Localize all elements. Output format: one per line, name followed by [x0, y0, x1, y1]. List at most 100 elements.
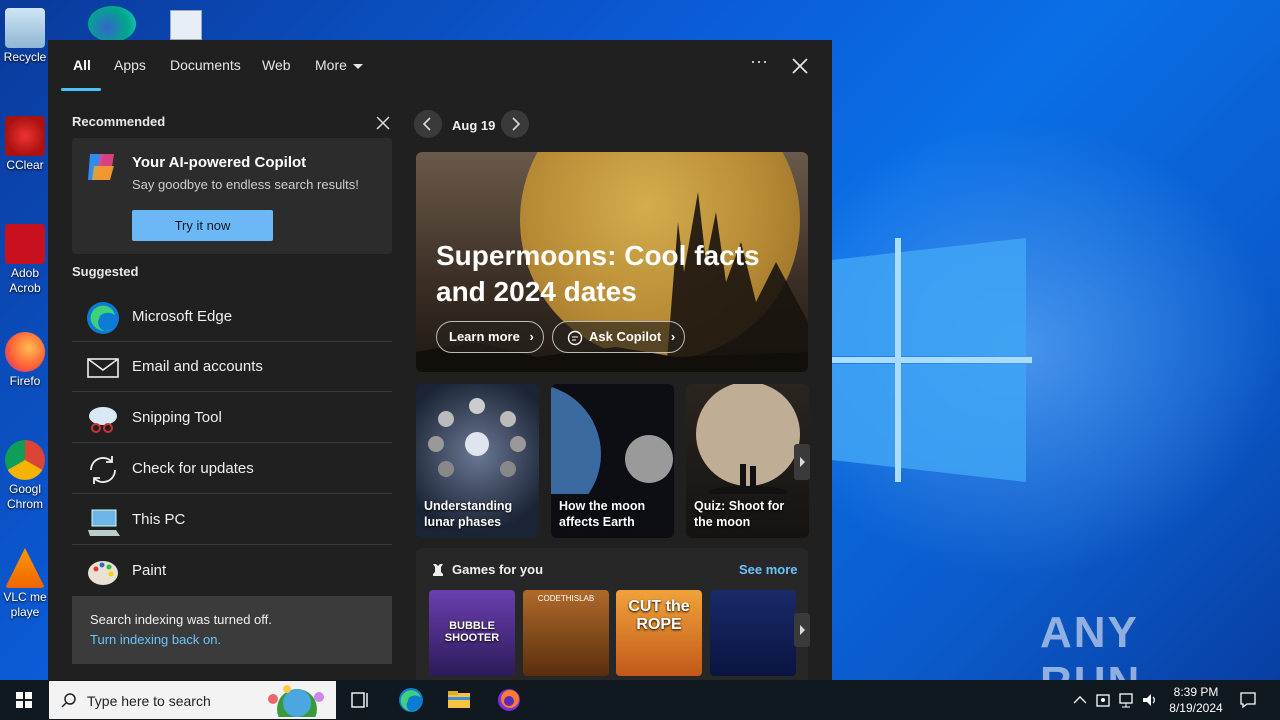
desktop-icon-label: Googl Chrom — [6, 482, 43, 511]
copilot-title: Your AI-powered Copilot — [132, 154, 307, 171]
suggested-item-check-updates[interactable]: Check for updates — [72, 444, 392, 494]
suggested-item-label: This PC — [132, 511, 186, 528]
turn-indexing-on-link[interactable]: Turn indexing back on. — [90, 632, 221, 647]
highlights-date: Aug 19 — [452, 118, 496, 133]
game-block-puzzle[interactable] — [710, 590, 796, 676]
tab-more-label: More — [315, 57, 347, 73]
try-it-now-button[interactable]: Try it now — [132, 210, 273, 241]
dismiss-recommended-icon[interactable] — [374, 114, 392, 132]
suggested-item-this-pc[interactable]: This PC — [72, 495, 392, 545]
copilot-promo-card: Your AI-powered Copilot Say goodbye to e… — [72, 138, 392, 254]
learn-more-button[interactable]: Learn more › — [436, 321, 544, 353]
search-placeholder: Type here to search — [87, 693, 211, 709]
suggested-item-label: Snipping Tool — [132, 409, 222, 426]
desktop-icon-acrobat[interactable]: Adob Acrob — [0, 224, 50, 296]
chevron-right-icon: › — [529, 329, 534, 344]
suggested-item-email-accounts[interactable]: Email and accounts — [72, 342, 392, 392]
suggested-item-label: Email and accounts — [132, 358, 263, 375]
copilot-icon — [88, 154, 114, 180]
card-label: Understanding lunar phases — [424, 499, 513, 529]
desktop-icon-firefox[interactable]: Firefo — [0, 332, 50, 389]
search-highlight-image — [268, 685, 324, 717]
desktop-icon-chrome[interactable]: Googl Chrom — [0, 440, 50, 512]
task-view-icon[interactable] — [344, 684, 376, 716]
next-day-button[interactable] — [501, 110, 529, 138]
card-moon-quiz[interactable]: Quiz: Shoot for the moon — [686, 384, 809, 538]
firefox-taskbar-icon[interactable] — [493, 684, 525, 716]
moon-phases-image — [428, 398, 526, 477]
firefox-icon — [5, 332, 45, 372]
taskbar: Type here to search 8:39 PM 8/19/2024 — [0, 680, 1280, 720]
start-button[interactable] — [0, 680, 48, 720]
edge-icon — [87, 302, 119, 334]
tab-documents[interactable]: Documents — [170, 57, 241, 73]
volume-icon[interactable] — [1140, 690, 1160, 710]
file-explorer-icon[interactable] — [443, 684, 475, 716]
snipping-tool-icon — [89, 407, 117, 433]
desktop-icon-document[interactable] — [170, 10, 202, 40]
chess-piece-icon — [433, 564, 443, 576]
indexing-message: Search indexing was turned off. — [90, 612, 272, 627]
tab-web[interactable]: Web — [262, 57, 291, 73]
desktop-icon-vlc[interactable]: VLC me playe — [0, 548, 50, 620]
see-more-games-link[interactable]: See more — [739, 562, 798, 577]
game-tile-text: CODETHISLAB — [537, 594, 595, 603]
active-tab-indicator — [61, 88, 101, 91]
chevron-left-icon — [422, 117, 431, 131]
game-bubble-shooter[interactable]: BUBBLE SHOOTER — [429, 590, 515, 676]
card-label: How the moon affects Earth — [559, 499, 646, 529]
suggested-item-microsoft-edge[interactable]: Microsoft Edge — [72, 292, 392, 342]
desktop-icon-label: Firefo — [9, 374, 41, 388]
notification-center-icon[interactable] — [1238, 690, 1258, 710]
game-cut-the-rope[interactable]: CUT the ROPE — [616, 590, 702, 676]
game-tile-text: BUBBLE SHOOTER — [444, 620, 500, 644]
taskbar-clock[interactable]: 8:39 PM 8/19/2024 — [1160, 684, 1232, 716]
taskbar-search-box[interactable]: Type here to search — [49, 681, 336, 719]
recycle-bin-icon — [5, 8, 45, 48]
tab-all[interactable]: All — [73, 57, 91, 73]
vlc-icon — [5, 548, 45, 588]
refresh-icon — [90, 456, 116, 484]
desktop-icon-recycle-bin[interactable]: Recycle — [0, 8, 50, 65]
meet-now-icon[interactable] — [1094, 690, 1114, 710]
more-options-icon[interactable]: ··· — [748, 52, 770, 76]
suggested-item-snipping-tool[interactable]: Snipping Tool — [72, 393, 392, 443]
ask-copilot-button[interactable]: Ask Copilot › — [552, 321, 685, 353]
ccleaner-icon — [5, 116, 45, 156]
suggested-item-label: Paint — [132, 562, 167, 579]
desktop-icon-label: CClear — [6, 158, 44, 172]
desktop-icon-label: Recycle — [3, 50, 47, 64]
ask-copilot-label: Ask Copilot — [589, 329, 662, 344]
anyrun-watermark: ANY RUN — [1040, 608, 1240, 707]
games-scroll-right-button[interactable] — [794, 613, 810, 647]
previous-day-button[interactable] — [414, 110, 442, 138]
full-moon-couple-image — [696, 384, 800, 498]
earth-moon-image — [551, 386, 673, 522]
desktop-icon-ccleaner[interactable]: CClear — [0, 116, 50, 173]
hero-card-supermoon[interactable]: Supermoons: Cool facts and 2024 dates Le… — [416, 152, 808, 372]
desktop-icon-label: VLC me playe — [3, 590, 47, 619]
network-icon[interactable] — [1117, 690, 1137, 710]
games-heading: Games for you — [452, 562, 544, 577]
edge-taskbar-icon[interactable] — [395, 684, 427, 716]
suggested-item-paint[interactable]: Paint — [72, 546, 392, 596]
chat-icon — [567, 330, 583, 346]
desktop-icon-edge[interactable] — [88, 6, 136, 42]
chevron-down-icon — [352, 63, 363, 69]
suggested-heading: Suggested — [72, 264, 139, 279]
tab-more[interactable]: More — [315, 57, 363, 73]
copilot-subtitle: Say goodbye to endless search results! — [132, 177, 359, 192]
suggested-item-label: Check for updates — [132, 460, 254, 477]
cards-scroll-right-button[interactable] — [794, 444, 810, 480]
chevron-right-icon — [800, 625, 805, 635]
chevron-up-icon[interactable] — [1070, 690, 1090, 710]
card-moon-affects-earth[interactable]: How the moon affects Earth — [551, 384, 674, 538]
learn-more-label: Learn more — [449, 329, 520, 344]
game-chess[interactable]: CODETHISLAB — [523, 590, 609, 676]
close-icon[interactable] — [788, 54, 812, 78]
tab-apps[interactable]: Apps — [114, 57, 146, 73]
chevron-right-icon: › — [670, 329, 676, 344]
chrome-icon — [5, 440, 45, 480]
desktop-icon-label: Adob Acrob — [9, 266, 41, 295]
card-lunar-phases[interactable]: Understanding lunar phases — [416, 384, 539, 538]
